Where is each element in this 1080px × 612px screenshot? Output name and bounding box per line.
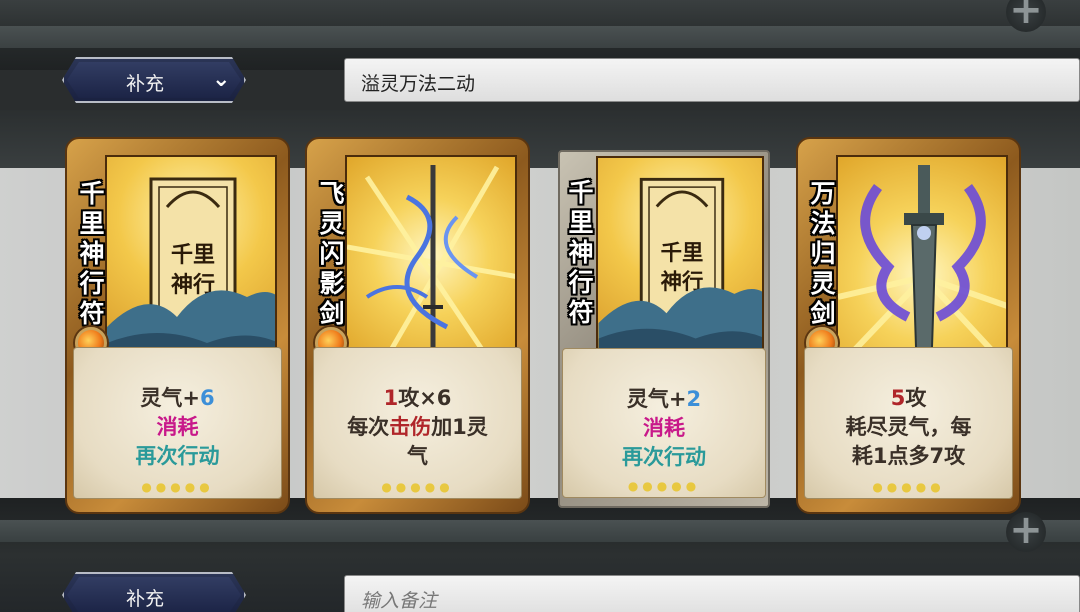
desc-line: 气: [324, 442, 511, 471]
desc-line: 耗尽灵气，每: [815, 413, 1002, 442]
talisman-art: 千里 神行: [596, 156, 764, 352]
card-description: 灵气+2 消耗 再次行动: [563, 385, 765, 472]
desc-value: 2: [686, 387, 702, 411]
card-description-panel: 灵气+6 消耗 再次行动 ●●●●●: [73, 347, 282, 499]
desc-text: 每次: [347, 415, 390, 439]
card-title: 万法归灵剑: [810, 179, 836, 328]
card-qianli-shenxingfu[interactable]: 千里 神行 千里神行符 灵气+2 消耗 再次行动 ●●●●●: [558, 150, 770, 508]
bottom-divider: [0, 520, 1080, 542]
svg-text:千里: 千里: [171, 242, 215, 268]
talisman-art: 千里 神行: [105, 155, 277, 357]
desc-text: 灵气+: [140, 386, 200, 410]
add-row-icon[interactable]: +: [1006, 510, 1046, 552]
desc-value: 6: [199, 386, 215, 410]
card-description-panel: 5攻 耗尽灵气，每 耗1点多7攻 ●●●●●: [804, 347, 1013, 499]
desc-keyword: 击伤: [389, 415, 432, 439]
svg-text:千里: 千里: [661, 241, 704, 266]
card-description-panel: 1攻×6 每次击伤加1灵 气 ●●●●●: [313, 347, 522, 499]
card-title: 千里神行符: [79, 179, 105, 328]
card-qianli-shenxingfu[interactable]: 千里 神行 千里神行符 灵气+6 消耗 再次行动 ●●●●●: [65, 137, 290, 514]
card-description-panel: 灵气+2 消耗 再次行动 ●●●●●: [562, 348, 766, 498]
add-row-icon[interactable]: +: [1006, 0, 1046, 32]
desc-text: 耗1点多7攻: [851, 444, 966, 468]
desc-text: 气: [407, 444, 428, 468]
desc-line: 1攻×6: [324, 384, 511, 413]
card-description: 1攻×6 每次击伤加1灵 气: [314, 384, 521, 471]
category-dropdown[interactable]: 补充 ⌄: [62, 57, 246, 103]
desc-value: 1: [383, 386, 399, 410]
desc-text: 耗尽灵气，每: [845, 415, 972, 439]
top-divider: [0, 26, 1080, 48]
desc-line: 灵气+6: [84, 384, 271, 413]
card-feiling-shanyingjian[interactable]: 飞灵闪影剑 1攻×6 每次击伤加1灵 气 ●●●●●: [305, 137, 530, 514]
desc-line: 每次击伤加1灵: [324, 413, 511, 442]
level-dots: ●●●●●: [381, 480, 454, 494]
dropdown-label: 补充: [126, 73, 165, 95]
desc-text: 加1灵: [431, 415, 488, 439]
dropdown-label: 补充: [126, 588, 165, 610]
card-wanfa-guilingjian[interactable]: 万法归灵剑 5攻 耗尽灵气，每 耗1点多7攻 ●●●●●: [796, 137, 1021, 514]
note-field[interactable]: 溢灵万法二动: [344, 58, 1080, 102]
desc-line: 耗1点多7攻: [815, 442, 1002, 471]
card-description: 灵气+6 消耗 再次行动: [74, 384, 281, 471]
card-title: 千里神行符: [568, 178, 594, 327]
desc-keyword: 消耗: [643, 416, 685, 440]
category-dropdown[interactable]: 补充: [62, 572, 246, 612]
desc-keyword: 再次行动: [622, 445, 706, 469]
desc-line: 消耗: [84, 413, 271, 442]
desc-text: 灵气+: [626, 387, 687, 411]
level-dots: ●●●●●: [872, 480, 945, 494]
card-title: 飞灵闪影剑: [319, 179, 345, 328]
desc-keyword: 消耗: [156, 415, 199, 439]
desc-value: 5: [890, 386, 906, 410]
desc-keyword: 再次行动: [135, 444, 220, 468]
desc-line: 再次行动: [84, 442, 271, 471]
level-dots: ●●●●●: [141, 480, 214, 494]
level-dots: ●●●●●: [627, 479, 701, 493]
desc-text: 攻×6: [398, 386, 452, 410]
card-description: 5攻 耗尽灵气，每 耗1点多7攻: [805, 384, 1012, 471]
note-field[interactable]: 输入备注: [344, 575, 1080, 612]
greatsword-art: [836, 155, 1008, 357]
desc-line: 消耗: [573, 414, 755, 443]
desc-line: 再次行动: [573, 443, 755, 472]
desc-text: 攻: [905, 386, 927, 410]
sword-art: [345, 155, 517, 357]
desc-line: 5攻: [815, 384, 1002, 413]
chevron-down-icon: ⌄: [212, 67, 231, 92]
desc-line: 灵气+2: [573, 385, 755, 414]
